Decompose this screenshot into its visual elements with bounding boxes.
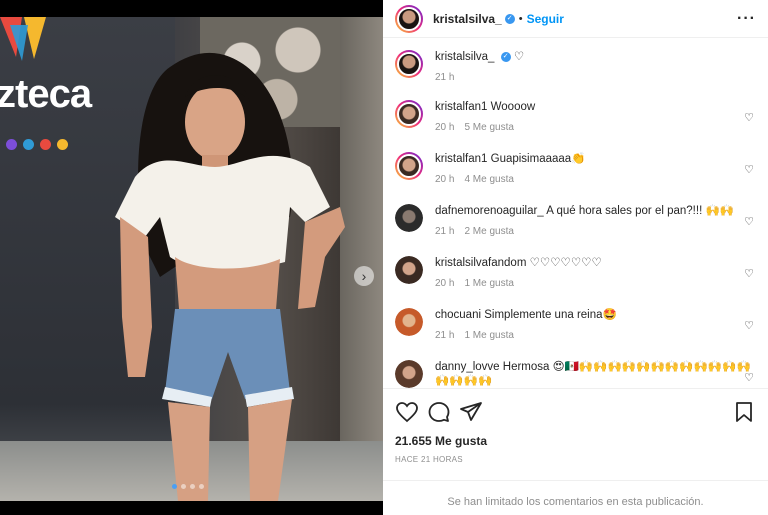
comment-item: kristalsilvafandom ♡♡♡♡♡♡♡ 20 h 1 Me gust… — [395, 256, 756, 294]
commenter-avatar[interactable] — [395, 100, 423, 128]
comment-item: danny_lovve Hermosa 😍🇲🇽🙌🙌🙌🙌🙌🙌🙌🙌🙌🙌🙌🙌🙌🙌🙌🙌 … — [395, 360, 756, 388]
heart-icon[interactable] — [395, 401, 419, 423]
like-comment-heart-icon[interactable]: ♡ — [744, 215, 754, 228]
commenter-avatar[interactable] — [395, 152, 423, 180]
commenter-avatar[interactable] — [395, 256, 423, 284]
comment-text: A qué hora sales por el pan?!!! 🙌🙌 — [546, 205, 735, 217]
likes-count[interactable]: 21.655 Me gusta — [395, 434, 756, 448]
comment-item: kristalfan1 Guapisimaaaaa👏 20 h 4 Me gust… — [395, 152, 756, 190]
like-comment-heart-icon[interactable]: ♡ — [744, 319, 754, 332]
post-actions: 21.655 Me gusta HACE 21 HORAS — [383, 388, 768, 464]
comment-text: Simplemente una reina🤩 — [484, 309, 617, 321]
brand-logo-icon — [0, 17, 46, 61]
comment-likes[interactable]: 2 Me gusta — [464, 226, 513, 237]
woman-figure — [115, 52, 345, 501]
comment-text: Guapisimaaaaa👏 — [490, 153, 586, 165]
carousel-dot — [199, 484, 204, 489]
post-header: kristalsilva_ ✓ • Seguir ··· — [383, 0, 768, 38]
like-comment-heart-icon[interactable]: ♡ — [744, 371, 754, 384]
author-avatar[interactable] — [395, 50, 423, 78]
post-photo[interactable]: zteca › — [0, 17, 383, 501]
like-comment-heart-icon[interactable]: ♡ — [744, 163, 754, 176]
carousel-next-button[interactable]: › — [354, 266, 374, 286]
commenter-avatar[interactable] — [395, 360, 423, 388]
caption-text: ♡ — [513, 51, 525, 63]
comment-time[interactable]: 20 h — [435, 174, 454, 185]
comment-likes[interactable]: 1 Me gusta — [464, 278, 513, 289]
comment-likes[interactable]: 5 Me gusta — [464, 122, 513, 133]
commenter-avatar[interactable] — [395, 308, 423, 336]
comment-icon[interactable] — [427, 401, 451, 423]
like-comment-heart-icon[interactable]: ♡ — [744, 267, 754, 280]
follow-button[interactable]: Seguir — [527, 12, 564, 26]
comment-likes[interactable]: 4 Me gusta — [464, 174, 513, 185]
author-avatar[interactable] — [395, 4, 423, 33]
carousel-dot — [190, 484, 195, 489]
post-timestamp[interactable]: HACE 21 HORAS — [395, 455, 756, 464]
comments-limited-notice: Se han limitado los comentarios en esta … — [383, 480, 768, 515]
comment-text: Woooow — [490, 101, 536, 113]
post-sidebar: kristalsilva_ ✓ • Seguir ··· kristalsilv… — [383, 0, 768, 515]
comment-time[interactable]: 20 h — [435, 122, 454, 133]
comment-text: ♡♡♡♡♡♡♡ — [529, 257, 602, 269]
author-username[interactable]: kristalsilva_ — [433, 12, 502, 26]
comment-item: kristalfan1 Woooow 20 h 5 Me gusta ♡ — [395, 100, 756, 138]
comment-username[interactable]: kristalsilvafandom — [435, 257, 526, 269]
caption-username[interactable]: kristalsilva_ — [435, 51, 494, 63]
comment-item: chocuani Simplemente una reina🤩 21 h 1 Me… — [395, 308, 756, 346]
brand-dots — [6, 139, 68, 150]
comment-username[interactable]: chocuani — [435, 309, 481, 321]
comment-username[interactable]: kristalfan1 — [435, 153, 487, 165]
carousel-dot — [172, 484, 177, 489]
header-separator: • — [518, 12, 523, 25]
carousel-dot — [181, 484, 186, 489]
verified-badge-icon: ✓ — [504, 13, 515, 24]
share-icon[interactable] — [459, 401, 483, 423]
like-comment-heart-icon[interactable]: ♡ — [744, 111, 754, 124]
more-options-icon[interactable]: ··· — [737, 10, 756, 28]
comment-username[interactable]: danny_lovve — [435, 361, 500, 373]
comment-username[interactable]: dafnemorenoaguilar_ — [435, 205, 544, 217]
comment-item: dafnemorenoaguilar_ A qué hora sales por… — [395, 204, 756, 242]
comment-time[interactable]: 21 h — [435, 226, 454, 237]
comment-time[interactable]: 20 h — [435, 278, 454, 289]
bookmark-icon[interactable] — [732, 401, 756, 423]
commenter-avatar[interactable] — [395, 204, 423, 232]
caption: kristalsilva_ ✓ ♡ 21 h — [395, 50, 756, 88]
verified-badge-icon: ✓ — [500, 51, 511, 62]
brand-logo-text: zteca — [0, 72, 92, 116]
comment-username[interactable]: kristalfan1 — [435, 101, 487, 113]
comments-list[interactable]: kristalsilva_ ✓ ♡ 21 h kristalfan1 Woooo… — [383, 38, 768, 388]
post-media: zteca › — [0, 0, 383, 515]
comment-time[interactable]: 21 h — [435, 330, 454, 341]
caption-time[interactable]: 21 h — [435, 72, 454, 83]
comment-likes[interactable]: 1 Me gusta — [464, 330, 513, 341]
carousel-indicator — [172, 484, 204, 489]
